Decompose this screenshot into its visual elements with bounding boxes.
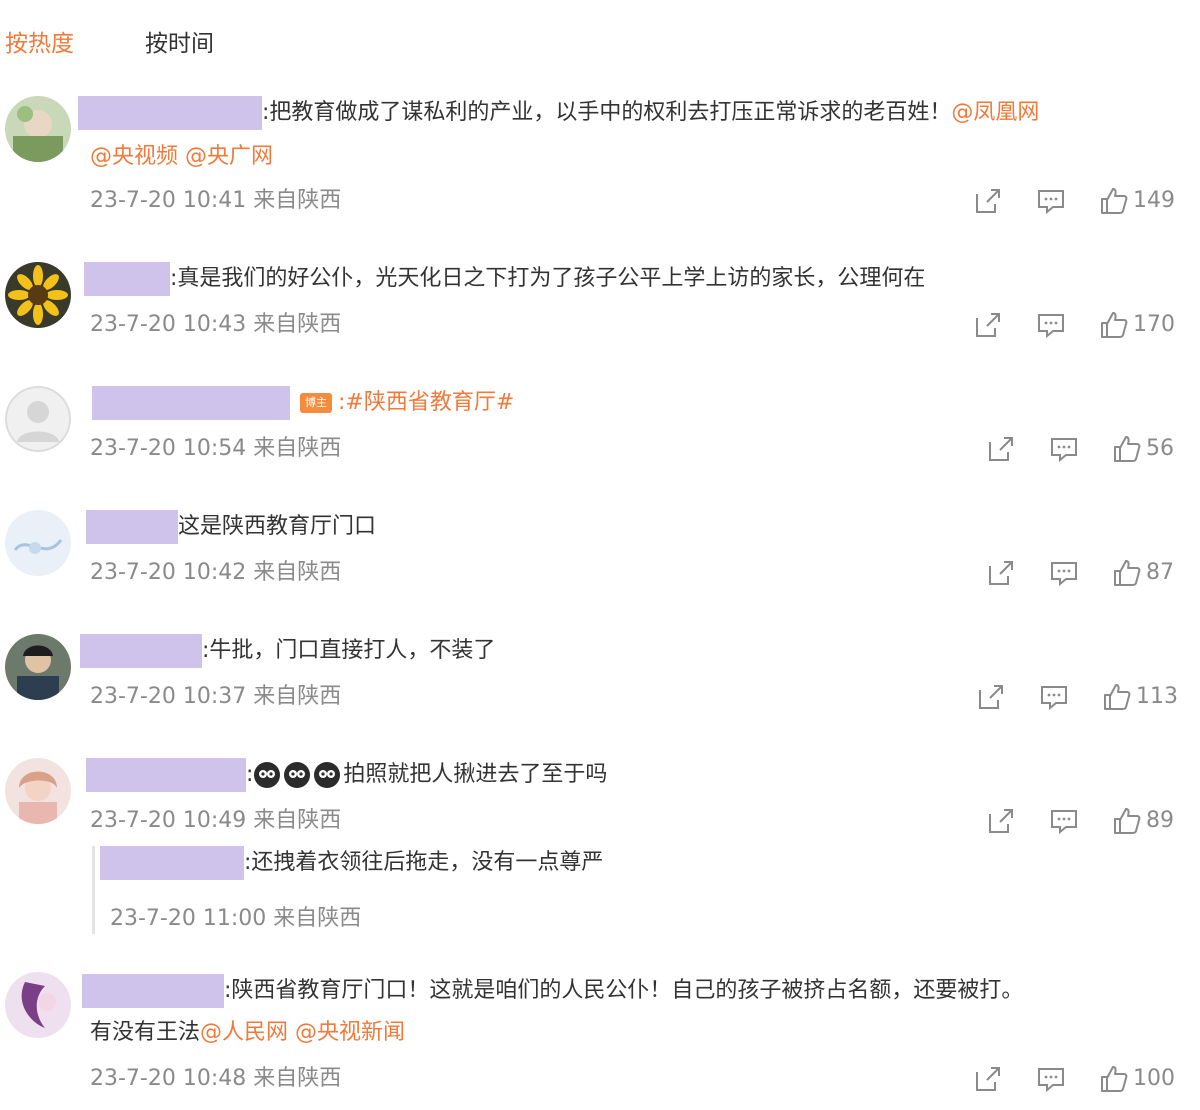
username-redacted[interactable] [86, 510, 178, 544]
comment-meta: 23-7-20 10:43 来自陕西 [90, 312, 342, 337]
reply-item: :还拽着衣领往后拖走，没有一点尊严 23-7-20 11:00 来自陕西 [92, 846, 692, 934]
comment-meta: 23-7-20 10:41 来自陕西 [90, 188, 342, 213]
comment-line: 这是陕西教育厅门口 [86, 510, 376, 544]
thumbs-up-icon[interactable] [1112, 434, 1142, 464]
avatar[interactable] [5, 386, 71, 452]
mention-links[interactable]: @人民网 @央视新闻 [200, 1020, 405, 1045]
username-redacted[interactable] [82, 974, 224, 1008]
username-redacted[interactable] [86, 758, 246, 792]
sort-by-hot-tab[interactable]: 按热度 [5, 26, 74, 62]
comment-icon[interactable] [1036, 186, 1066, 216]
comment-line: :牛批，门口直接打人，不装了 [80, 634, 495, 668]
thumbs-up-icon[interactable] [1112, 558, 1142, 588]
share-icon[interactable] [973, 310, 1003, 340]
comment-line-2: 有没有王法@人民网 @央视新闻 [90, 1016, 405, 1050]
doge-emoji-icon [314, 762, 341, 788]
thumbs-up-icon[interactable] [1099, 186, 1129, 216]
thumbs-up-icon[interactable] [1099, 1064, 1129, 1094]
comment-line: :真是我们的好公仆，光天化日之下打为了孩子公平上学上访的家长，公理何在 [84, 262, 925, 296]
comment-icon[interactable] [1049, 558, 1079, 588]
like-count: 56 [1146, 436, 1174, 461]
share-icon[interactable] [986, 434, 1016, 464]
comment-text: :牛批，门口直接打人，不装了 [202, 638, 496, 663]
username-redacted[interactable] [100, 846, 244, 880]
username-redacted[interactable] [84, 262, 170, 296]
comment-line: :陕西省教育厅门口！这就是咱们的人民公仆！自己的孩子被挤占名额，还要被打。 [82, 974, 1023, 1008]
reply-meta: 23-7-20 11:00 来自陕西 [110, 906, 362, 931]
thumbs-up-icon[interactable] [1102, 682, 1132, 712]
mention-links[interactable]: @央视频 @央广网 [90, 140, 273, 174]
like-count: 170 [1133, 312, 1175, 337]
comment-line: 博主 :#陕西省教育厅# [92, 386, 514, 420]
comment-line: : 拍照就把人揪进去了至于吗 [86, 758, 607, 792]
share-icon[interactable] [973, 186, 1003, 216]
author-badge: 博主 [300, 393, 332, 413]
comment-text: :陕西省教育厅门口！这就是咱们的人民公仆！自己的孩子被挤占名额，还要被打。 [224, 978, 1024, 1003]
comment-icon[interactable] [1036, 1064, 1066, 1094]
avatar[interactable] [5, 972, 71, 1038]
comment-text: 拍照就把人揪进去了至于吗 [343, 762, 608, 787]
avatar[interactable] [5, 262, 71, 328]
reply-text: :还拽着衣领往后拖走，没有一点尊严 [244, 850, 604, 875]
username-redacted[interactable] [92, 386, 290, 420]
doge-emoji-icon [284, 762, 311, 788]
like-count: 100 [1133, 1066, 1175, 1091]
comment-icon[interactable] [1049, 434, 1079, 464]
username-redacted[interactable] [80, 634, 202, 668]
avatar[interactable] [5, 96, 71, 162]
thumbs-up-icon[interactable] [1099, 310, 1129, 340]
comment-text: :真是我们的好公仆，光天化日之下打为了孩子公平上学上访的家长，公理何在 [170, 266, 926, 291]
avatar[interactable] [5, 758, 71, 824]
share-icon[interactable] [986, 806, 1016, 836]
comment-text: :把教育做成了谋私利的产业，以手中的权利去打压正常诉求的老百姓！ [262, 100, 952, 125]
comment-icon[interactable] [1049, 806, 1079, 836]
like-count: 113 [1136, 684, 1178, 709]
comment-text: 这是陕西教育厅门口 [178, 514, 377, 539]
reply-line: :还拽着衣领往后拖走，没有一点尊严 [100, 846, 603, 880]
avatar[interactable] [5, 510, 71, 576]
comment-meta: 23-7-20 10:49 来自陕西 [90, 808, 342, 833]
sort-by-time-tab[interactable]: 按时间 [145, 26, 214, 62]
comment-meta: 23-7-20 10:42 来自陕西 [90, 560, 342, 585]
doge-emoji-icon [254, 762, 281, 788]
like-count: 87 [1146, 560, 1174, 585]
comment-line: :把教育做成了谋私利的产业，以手中的权利去打压正常诉求的老百姓！@凤凰网 [78, 96, 1039, 130]
topic-link[interactable]: :#陕西省教育厅# [338, 390, 514, 415]
share-icon[interactable] [976, 682, 1006, 712]
username-redacted[interactable] [78, 96, 262, 130]
comment-meta: 23-7-20 10:54 来自陕西 [90, 436, 342, 461]
comment-meta: 23-7-20 10:48 来自陕西 [90, 1066, 342, 1091]
comment-text: 有没有王法 [90, 1020, 201, 1045]
share-icon[interactable] [973, 1064, 1003, 1094]
thumbs-up-icon[interactable] [1112, 806, 1142, 836]
comment-icon[interactable] [1039, 682, 1069, 712]
avatar[interactable] [5, 634, 71, 700]
like-count: 149 [1133, 188, 1175, 213]
comment-meta: 23-7-20 10:37 来自陕西 [90, 684, 342, 709]
comment-icon[interactable] [1036, 310, 1066, 340]
like-count: 89 [1146, 808, 1174, 833]
share-icon[interactable] [986, 558, 1016, 588]
mention-link[interactable]: @凤凰网 [951, 100, 1039, 125]
